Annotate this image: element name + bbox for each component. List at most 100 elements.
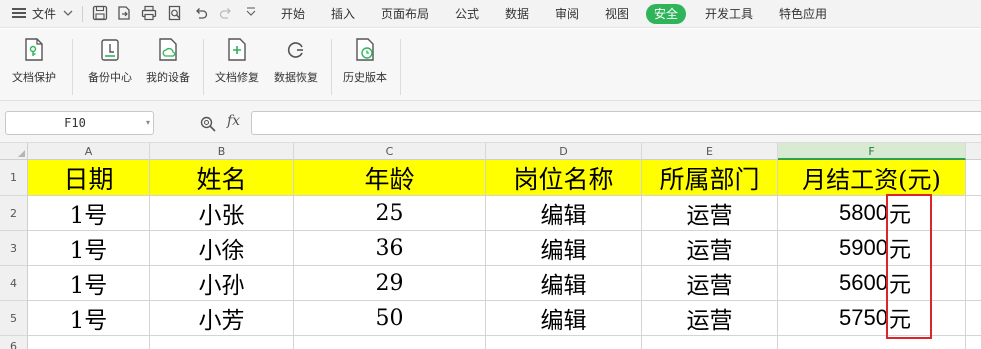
row-header-6[interactable]: 6 <box>0 336 28 349</box>
tab-page-layout[interactable]: 页面布局 <box>381 0 429 28</box>
tab-special-apps[interactable]: 特色应用 <box>779 0 827 28</box>
cell-d1[interactable]: 岗位名称 <box>486 160 642 196</box>
file-menu[interactable]: 文件 <box>32 0 56 28</box>
cell-b3[interactable]: 小徐 <box>150 231 294 266</box>
backup-center-label: 备份中心 <box>88 71 132 84</box>
column-header-f[interactable]: F <box>778 143 966 160</box>
cell-a4[interactable]: 1号 <box>28 266 150 301</box>
redo-icon[interactable] <box>217 4 235 22</box>
row-header-1[interactable]: 1 <box>0 160 28 196</box>
cell-g3[interactable] <box>966 231 981 266</box>
document-repair-button[interactable]: 文档修复 <box>211 37 263 85</box>
name-box-value: F10 <box>64 116 86 130</box>
cell-e5[interactable]: 运营 <box>642 301 778 336</box>
cell-c6[interactable] <box>294 336 486 349</box>
tab-insert[interactable]: 插入 <box>331 0 355 28</box>
tab-formulas[interactable]: 公式 <box>455 0 479 28</box>
column-header-g[interactable] <box>966 143 981 160</box>
cell-f3[interactable]: 5900 元 <box>778 231 966 266</box>
column-header-a[interactable]: A <box>28 143 150 160</box>
cell-c4[interactable]: 29 <box>294 266 486 301</box>
cell-g4[interactable] <box>966 266 981 301</box>
salary-value: 5900 <box>839 235 888 260</box>
ribbon-divider <box>331 39 332 95</box>
data-recovery-label: 数据恢复 <box>274 71 318 84</box>
history-version-icon <box>353 37 377 63</box>
undo-icon[interactable] <box>192 4 210 22</box>
cell-f6[interactable] <box>778 336 966 349</box>
my-devices-icon <box>156 37 180 63</box>
tab-security[interactable]: 安全 <box>646 4 687 24</box>
tab-home[interactable]: 开始 <box>281 0 305 28</box>
cell-c1[interactable]: 年龄 <box>294 160 486 196</box>
cell-g5[interactable] <box>966 301 981 336</box>
save-icon[interactable] <box>91 4 109 22</box>
cell-e1[interactable]: 所属部门 <box>642 160 778 196</box>
cell-c3[interactable]: 36 <box>294 231 486 266</box>
ribbon-divider <box>400 39 401 95</box>
tab-developer-tools[interactable]: 开发工具 <box>705 0 753 28</box>
cell-b5[interactable]: 小芳 <box>150 301 294 336</box>
backup-center-button[interactable]: 备份中心 <box>84 37 136 85</box>
cell-d5[interactable]: 编辑 <box>486 301 642 336</box>
print-icon[interactable] <box>140 4 158 22</box>
cell-g2[interactable] <box>966 196 981 231</box>
cell-f5[interactable]: 5750 元 <box>778 301 966 336</box>
cell-b4[interactable]: 小孙 <box>150 266 294 301</box>
cell-b1[interactable]: 姓名 <box>150 160 294 196</box>
cell-e4[interactable]: 运营 <box>642 266 778 301</box>
cell-a2[interactable]: 1号 <box>28 196 150 231</box>
menu-icon[interactable] <box>12 7 26 19</box>
menu-bar: 文件 开始 插入 页面布局 公式 数据 审阅 视图 安全 开发工具 特色应用 <box>0 0 981 28</box>
row-header-2[interactable]: 2 <box>0 196 28 231</box>
cell-c5[interactable]: 50 <box>294 301 486 336</box>
cell-e6[interactable] <box>642 336 778 349</box>
data-recovery-icon <box>284 37 308 63</box>
cell-d3[interactable]: 编辑 <box>486 231 642 266</box>
cell-g1[interactable] <box>966 160 981 196</box>
chevron-down-icon[interactable] <box>63 9 73 17</box>
formula-input[interactable] <box>251 111 981 135</box>
cell-a3[interactable]: 1号 <box>28 231 150 266</box>
customize-toolbar-icon[interactable] <box>242 4 260 22</box>
cell-f4[interactable]: 5600 元 <box>778 266 966 301</box>
cell-a5[interactable]: 1号 <box>28 301 150 336</box>
tab-view[interactable]: 视图 <box>605 0 629 28</box>
zoom-search-icon[interactable] <box>199 115 217 133</box>
my-devices-button[interactable]: 我的设备 <box>142 37 194 85</box>
row-header-4[interactable]: 4 <box>0 266 28 301</box>
row-header-3[interactable]: 3 <box>0 231 28 266</box>
column-header-e[interactable]: E <box>642 143 778 160</box>
cell-e2[interactable]: 运营 <box>642 196 778 231</box>
insert-function-icon[interactable]: fx <box>227 113 240 129</box>
name-box-dropdown-icon[interactable]: ▾ <box>146 112 150 134</box>
ribbon-security: 文档保护 备份中心 我的设备 文档修复 数据恢复 历史版本 <box>0 29 981 101</box>
tab-review[interactable]: 审阅 <box>555 0 579 28</box>
cell-c2[interactable]: 25 <box>294 196 486 231</box>
row-header-5[interactable]: 5 <box>0 301 28 336</box>
salary-value: 5800 <box>839 200 888 225</box>
cell-d4[interactable]: 编辑 <box>486 266 642 301</box>
data-recovery-button[interactable]: 数据恢复 <box>270 37 322 85</box>
ribbon-divider <box>72 39 73 95</box>
cell-b2[interactable]: 小张 <box>150 196 294 231</box>
name-box[interactable]: F10 ▾ <box>5 111 154 135</box>
cell-d2[interactable]: 编辑 <box>486 196 642 231</box>
cell-f1[interactable]: 月结工资(元) <box>778 160 966 196</box>
column-header-d[interactable]: D <box>486 143 642 160</box>
history-version-button[interactable]: 历史版本 <box>339 37 391 85</box>
print-preview-icon[interactable] <box>166 4 184 22</box>
export-icon[interactable] <box>115 4 133 22</box>
column-header-b[interactable]: B <box>150 143 294 160</box>
cell-a6[interactable] <box>28 336 150 349</box>
document-protect-button[interactable]: 文档保护 <box>8 37 60 85</box>
cell-d6[interactable] <box>486 336 642 349</box>
cell-f2[interactable]: 5800 元 <box>778 196 966 231</box>
tab-data[interactable]: 数据 <box>505 0 529 28</box>
cell-e3[interactable]: 运营 <box>642 231 778 266</box>
column-header-c[interactable]: C <box>294 143 486 160</box>
cell-b6[interactable] <box>150 336 294 349</box>
my-devices-label: 我的设备 <box>146 71 190 84</box>
select-all-corner[interactable] <box>0 143 28 160</box>
cell-a1[interactable]: 日期 <box>28 160 150 196</box>
